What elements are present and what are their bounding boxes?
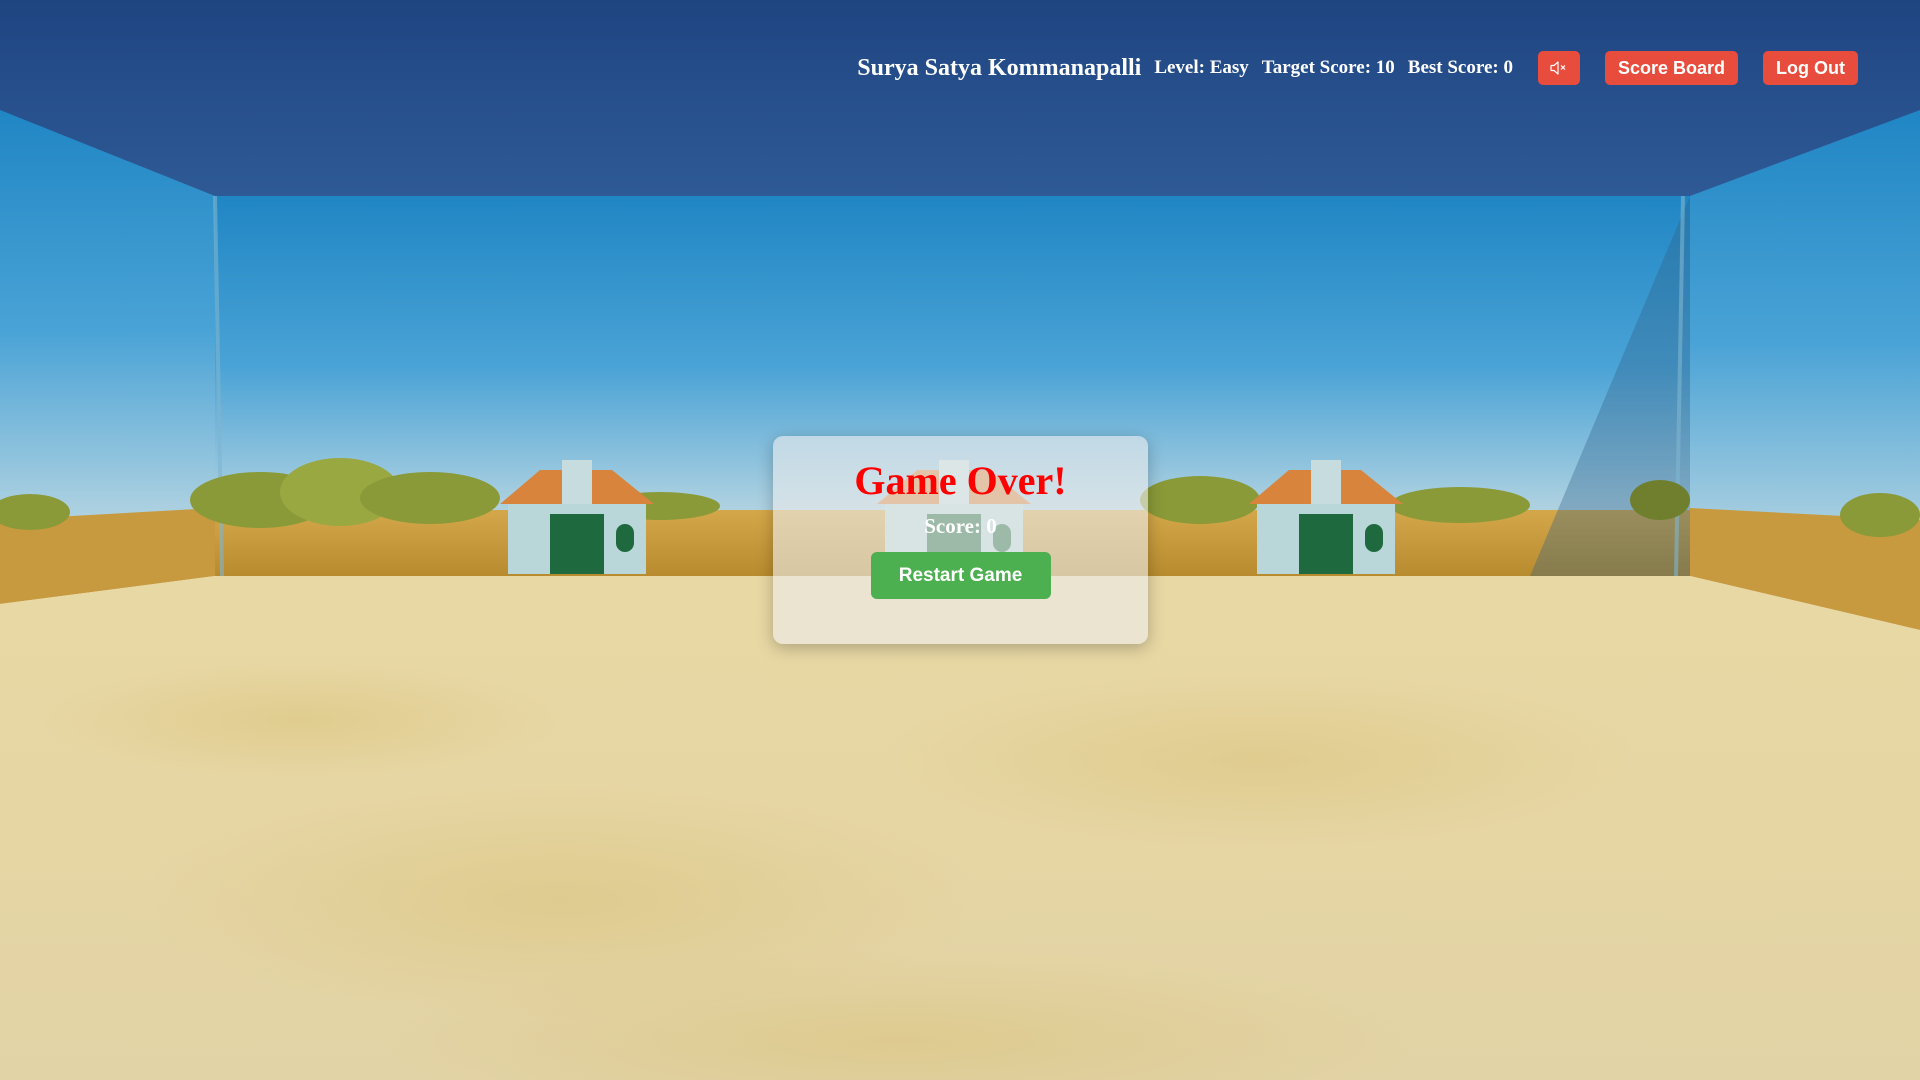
target-score: Target Score: 10: [1261, 57, 1395, 78]
log-out-button[interactable]: Log Out: [1763, 51, 1858, 85]
score-board-button[interactable]: Score Board: [1604, 51, 1739, 85]
mute-button[interactable]: [1537, 51, 1580, 85]
top-hud: Surya Satya Kommanapalli Level: Easy Tar…: [857, 50, 1858, 86]
restart-game-button[interactable]: Restart Game: [870, 552, 1051, 599]
player-name: Surya Satya Kommanapalli: [857, 54, 1142, 81]
game-over-title: Game Over!: [854, 458, 1067, 503]
speaker-muted-icon: [1550, 61, 1566, 75]
best-score: Best Score: 0: [1407, 57, 1513, 78]
final-score: Score: 0: [924, 514, 997, 538]
game-over-dialog: Game Over! Score: 0 Restart Game: [773, 436, 1148, 644]
level-indicator: Level: Easy: [1154, 57, 1249, 78]
sand-floor: [0, 576, 1920, 1080]
